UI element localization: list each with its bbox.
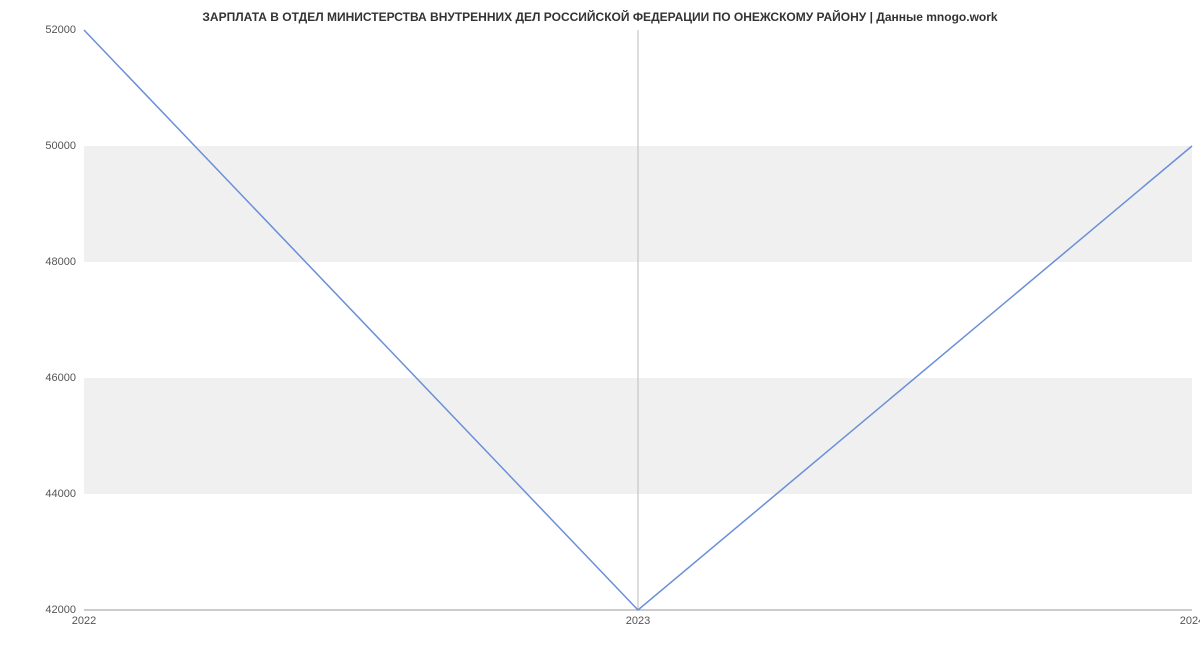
y-tick-label: 42000 [6,604,76,616]
plot-area [84,30,1192,610]
chart-title: ЗАРПЛАТА В ОТДЕЛ МИНИСТЕРСТВА ВНУТРЕННИХ… [0,10,1200,24]
x-tick-label: 2024 [1180,615,1200,627]
y-tick-label: 44000 [6,488,76,500]
y-tick-label: 46000 [6,372,76,384]
y-tick-label: 50000 [6,140,76,152]
x-tick-label: 2023 [626,615,650,627]
x-tick-label: 2022 [72,615,96,627]
y-tick-label: 48000 [6,256,76,268]
y-tick-label: 52000 [6,24,76,36]
